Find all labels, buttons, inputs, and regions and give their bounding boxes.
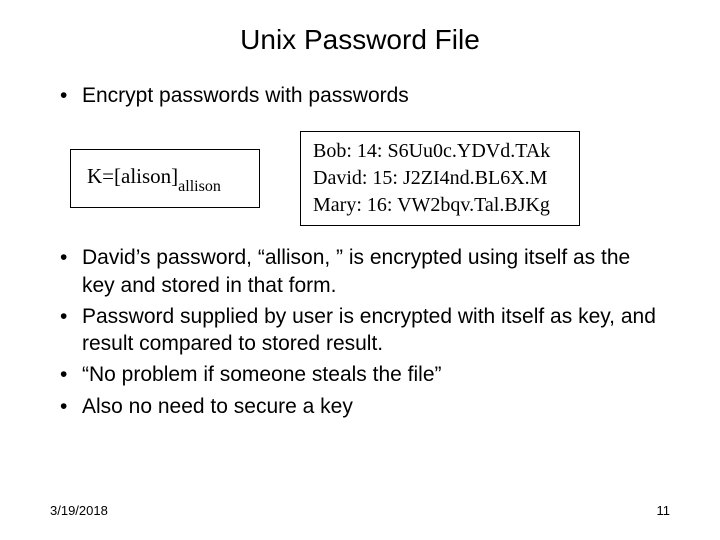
footer: 3/19/2018 11	[50, 503, 670, 518]
bullet-item: David’s password, “allison, ” is encrypt…	[60, 244, 660, 299]
slide: Unix Password File Encrypt passwords wit…	[0, 0, 720, 540]
footer-page-number: 11	[657, 503, 671, 518]
key-box-subscript: allison	[178, 178, 221, 195]
pw-entry: Mary: 16: VW2bqv.Tal.BJKg	[313, 192, 567, 219]
top-bullet-item: Encrypt passwords with passwords	[60, 82, 720, 109]
boxes-row: K=[alison]allison Bob: 14: S6Uu0c.YDVd.T…	[70, 131, 720, 226]
pw-entry: David: 15: J2ZI4nd.BL6X.M	[313, 165, 567, 192]
bullet-item: Password supplied by user is encrypted w…	[60, 303, 660, 358]
pw-entry: Bob: 14: S6Uu0c.YDVd.TAk	[313, 138, 567, 165]
footer-date: 3/19/2018	[50, 503, 108, 518]
main-bullet-list: David’s password, “allison, ” is encrypt…	[60, 244, 660, 420]
key-box: K=[alison]allison	[70, 149, 260, 208]
slide-title: Unix Password File	[0, 0, 720, 64]
bullet-item: “No problem if someone steals the file”	[60, 361, 660, 388]
top-bullet-list: Encrypt passwords with passwords	[60, 82, 720, 109]
password-file-box: Bob: 14: S6Uu0c.YDVd.TAk David: 15: J2ZI…	[300, 131, 580, 226]
bullet-item: Also no need to secure a key	[60, 393, 660, 420]
key-box-prefix: K=[alison]	[87, 164, 178, 188]
